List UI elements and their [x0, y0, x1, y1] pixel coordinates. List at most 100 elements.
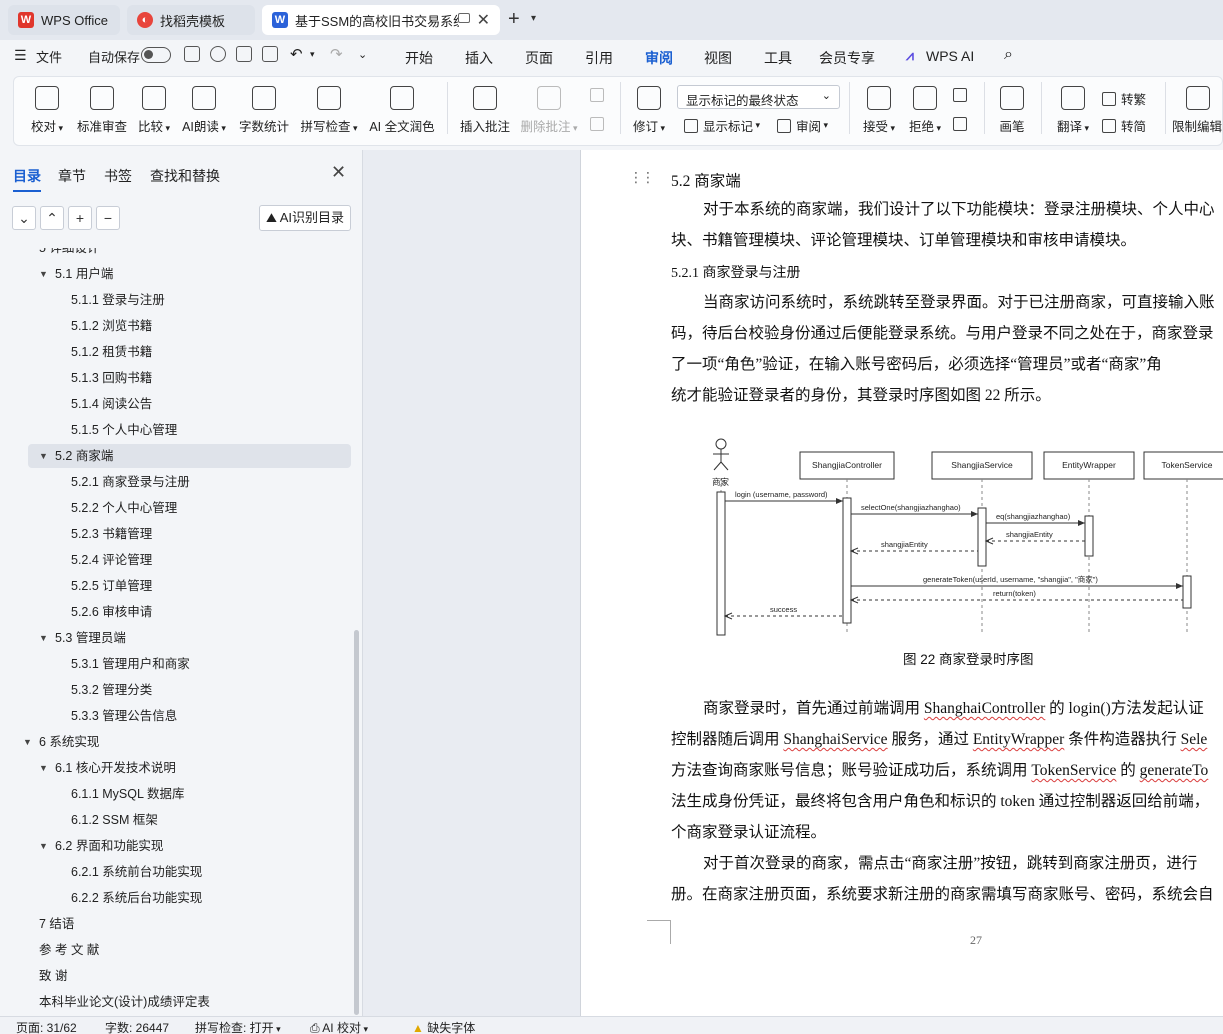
toc-item[interactable]: 本科毕业论文(设计)成绩评定表: [39, 990, 210, 1014]
print-preview-icon[interactable]: [262, 46, 278, 62]
tab-wps-office[interactable]: W WPS Office: [8, 5, 120, 35]
toc-item[interactable]: 5.3.2 管理分类: [71, 678, 152, 702]
to-traditional-button[interactable]: 转繁: [1102, 89, 1146, 108]
translate-button[interactable]: 翻译 ▾: [1054, 86, 1092, 135]
collapse-down-button[interactable]: ⌄: [12, 206, 36, 230]
close-tab-icon[interactable]: ✕: [477, 10, 490, 30]
toc-item[interactable]: 5.2.4 评论管理: [71, 548, 152, 572]
toc-item[interactable]: 5.1.3 回购书籍: [71, 366, 152, 390]
status-missing-font[interactable]: ▲ 缺失字体: [412, 1019, 475, 1034]
next-change-icon[interactable]: [953, 117, 972, 131]
expand-triangle-icon[interactable]: ▼: [39, 756, 48, 780]
add-heading-button[interactable]: +: [68, 206, 92, 230]
chevron-down-icon[interactable]: ▾: [531, 13, 536, 24]
toc-item[interactable]: 参 考 文 献: [39, 938, 99, 962]
tab-find-replace[interactable]: 查找和替换: [150, 166, 220, 186]
menu-start[interactable]: 开始: [405, 48, 433, 68]
toc-item[interactable]: 5.2.3 书籍管理: [71, 522, 152, 546]
expand-triangle-icon[interactable]: ▼: [23, 730, 32, 754]
toc-item[interactable]: 5.3.3 管理公告信息: [71, 704, 177, 728]
menu-tools[interactable]: 工具: [764, 48, 792, 68]
pen-button[interactable]: 画笔: [996, 86, 1028, 135]
insert-comment-button[interactable]: 插入批注: [459, 86, 511, 135]
save-icon[interactable]: [184, 46, 200, 62]
delete-comment-button[interactable]: 删除批注 ▾: [519, 86, 579, 135]
tab-toc[interactable]: 目录: [13, 166, 41, 192]
menu-insert[interactable]: 插入: [465, 48, 493, 68]
toc-item[interactable]: 5.3.1 管理用户和商家: [71, 652, 190, 676]
print-icon[interactable]: [236, 46, 252, 62]
expand-triangle-icon[interactable]: ▼: [39, 262, 48, 286]
menu-wps-ai[interactable]: WPS AI: [926, 48, 974, 64]
drag-handle-icon[interactable]: ⋮⋮: [629, 170, 655, 186]
prev-change-icon[interactable]: [953, 88, 972, 102]
compare-button[interactable]: 比较 ▾: [134, 86, 174, 135]
expand-triangle-icon[interactable]: ▼: [39, 626, 48, 650]
show-markup-button[interactable]: 显示标记 ▾: [684, 116, 760, 135]
toc-item[interactable]: ▼ 5.3 管理员端: [39, 626, 126, 650]
expand-triangle-icon[interactable]: ▼: [39, 834, 48, 858]
toc-item[interactable]: 5.2.6 审核申请: [71, 600, 152, 624]
toc-item[interactable]: ▼ 6.1 核心开发技术说明: [39, 756, 176, 780]
standard-review-button[interactable]: 标准审查: [76, 86, 128, 135]
ai-read-button[interactable]: AI朗读 ▾: [180, 86, 228, 135]
close-pane-icon[interactable]: ✕: [331, 162, 346, 183]
toc-item[interactable]: 6.1.1 MySQL 数据库: [71, 782, 184, 806]
toc-item[interactable]: ▼ 6 系统实现: [23, 730, 99, 754]
display-mode-select[interactable]: 显示标记的最终状态 ⌄: [677, 85, 840, 109]
pane-scrollbar[interactable]: [354, 630, 359, 1015]
toc-item[interactable]: ▼ 5 详细设计: [39, 248, 99, 260]
toc-item[interactable]: 5.2.2 个人中心管理: [71, 496, 177, 520]
toc-item[interactable]: 6.2.2 系统后台功能实现: [71, 886, 202, 910]
to-simplified-button[interactable]: 转简: [1102, 116, 1146, 135]
tab-template[interactable]: ◐ 找稻壳模板: [127, 5, 255, 35]
restrict-edit-button[interactable]: 限制编辑: [1172, 86, 1223, 135]
search-icon[interactable]: ⌕: [1004, 46, 1013, 64]
review-pane-button[interactable]: 审阅 ▾: [777, 116, 828, 135]
menu-member[interactable]: 会员专享: [819, 48, 875, 68]
file-menu[interactable]: 文件: [36, 47, 62, 66]
proofread-button[interactable]: 校对 ▾: [28, 86, 66, 135]
toc-item[interactable]: 5.1.4 阅读公告: [71, 392, 152, 416]
document-page[interactable]: ⋮⋮ 5.2 商家端 对于本系统的商家端，我们设计了以下功能模块：登录注册模块、…: [580, 150, 1223, 1016]
undo-icon[interactable]: ↶: [290, 45, 303, 63]
monitor-icon[interactable]: [458, 13, 470, 23]
toc-item[interactable]: 5.1.5 个人中心管理: [71, 418, 177, 442]
status-spell-check[interactable]: 拼写检查: 打开 ▾: [195, 1019, 281, 1034]
expand-triangle-icon[interactable]: ▼: [39, 444, 48, 468]
collapse-up-button[interactable]: ⌃: [40, 206, 64, 230]
share-icon[interactable]: [210, 46, 226, 62]
toc-item[interactable]: 6.1.2 SSM 框架: [71, 808, 158, 832]
autosave-toggle[interactable]: [141, 47, 171, 63]
toc-item[interactable]: 5.1.2 租赁书籍: [71, 340, 152, 364]
prev-comment-icon[interactable]: [590, 88, 609, 102]
ai-toc-button[interactable]: ⛰ AI识别目录: [259, 205, 351, 231]
redo-icon[interactable]: ↷: [330, 45, 343, 63]
menu-page[interactable]: 页面: [525, 48, 553, 68]
remove-heading-button[interactable]: −: [96, 206, 120, 230]
toc-item[interactable]: ▼ 6.2 界面和功能实现: [39, 834, 163, 858]
toc-item[interactable]: 5.2.1 商家登录与注册: [71, 470, 190, 494]
menu-view[interactable]: 视图: [704, 48, 732, 68]
toc-item[interactable]: ▼ 5.1 用户端: [39, 262, 113, 286]
tab-sections[interactable]: 章节: [58, 166, 86, 186]
status-ai-proofread[interactable]: ⎙ AI 校对 ▾: [310, 1019, 368, 1034]
next-comment-icon[interactable]: [590, 117, 609, 131]
toc-item[interactable]: 致 谢: [39, 964, 67, 988]
new-tab-icon[interactable]: +: [508, 8, 520, 31]
hamburger-icon[interactable]: ☰: [14, 47, 27, 64]
undo-dropdown-icon[interactable]: ▾: [310, 49, 315, 60]
accept-button[interactable]: 接受 ▾: [860, 86, 898, 135]
toc-item[interactable]: 5.2.5 订单管理: [71, 574, 152, 598]
toc-item[interactable]: 7 结语: [39, 912, 74, 936]
tab-document[interactable]: W 基于SSM的高校旧书交易系统 ✕: [262, 5, 500, 35]
expand-triangle-icon[interactable]: ▼: [23, 236, 32, 260]
status-page[interactable]: 页面: 31/62: [16, 1019, 77, 1034]
toc-item[interactable]: 5.1.1 登录与注册: [71, 288, 165, 312]
tab-bookmarks[interactable]: 书签: [104, 166, 132, 186]
menu-reference[interactable]: 引用: [585, 48, 613, 68]
status-word-count[interactable]: 字数: 26447: [105, 1019, 169, 1034]
spell-check-button[interactable]: 拼写检查 ▾: [298, 86, 360, 135]
word-count-button[interactable]: 字数统计: [238, 86, 290, 135]
reject-button[interactable]: 拒绝 ▾: [906, 86, 944, 135]
